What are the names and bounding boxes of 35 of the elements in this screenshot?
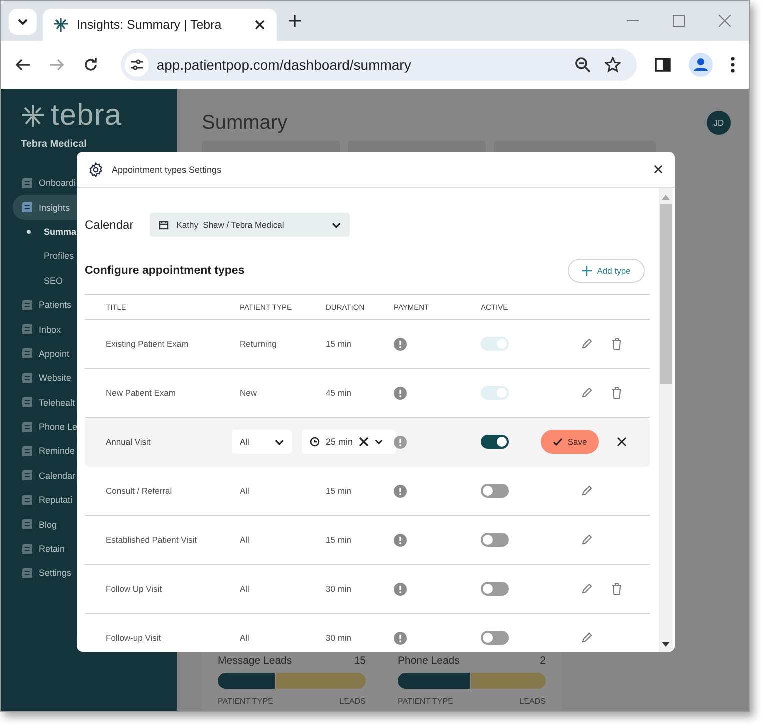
table-cell-text: New Patient Exam (106, 387, 177, 400)
table-cell-text: All (240, 633, 250, 643)
logo-text: tebra (51, 101, 122, 131)
card-label: Message Leads (218, 655, 292, 667)
table-cell-text: All (240, 535, 250, 545)
table-cell-text: Follow Up Visit (106, 583, 164, 596)
page-title: Summary (202, 112, 288, 134)
table-cell-text: Follow-up Visit (106, 632, 162, 645)
table-cell-text: New (240, 388, 258, 398)
card-count: 15 (354, 655, 366, 667)
table-cell-text: All (240, 584, 250, 594)
url-text: app.patientpop.com/dashboard/summary (156, 57, 412, 73)
table-cell-text: 15 min (326, 486, 353, 496)
practice-name: Tebra Medical (21, 139, 87, 151)
calendar-label: Calendar (85, 218, 134, 232)
table-cell-text: 15 min (326, 339, 353, 349)
column-header: PATIENT TYPE (218, 697, 274, 706)
table-cell-text: All (240, 486, 250, 496)
tab-title: Insights: Summary | Tebra (77, 18, 223, 32)
card-label: Phone Leads (398, 655, 460, 667)
table-cell-text: Returning (240, 339, 278, 349)
column-header: LEADS (340, 697, 366, 706)
dialog-title: Appointment types Settings (112, 164, 223, 174)
table-cell-text: 15 min (326, 535, 353, 545)
column-header: PATIENT TYPE (398, 697, 454, 706)
card-count: 2 (540, 655, 546, 667)
table-cell-text: 30 min (326, 584, 353, 594)
table-cell-text: Consult / Referral (106, 485, 174, 498)
column-header: LEADS (520, 697, 546, 706)
table-cell-text: Established Patient Visit (106, 534, 198, 547)
table-cell-text: 45 min (326, 388, 353, 398)
section-title: Configure appointment types (85, 265, 245, 277)
table-cell-text: Annual Visit (106, 436, 152, 449)
table-cell-text: 30 min (326, 633, 353, 643)
table-cell-text: Existing Patient Exam (106, 338, 190, 351)
